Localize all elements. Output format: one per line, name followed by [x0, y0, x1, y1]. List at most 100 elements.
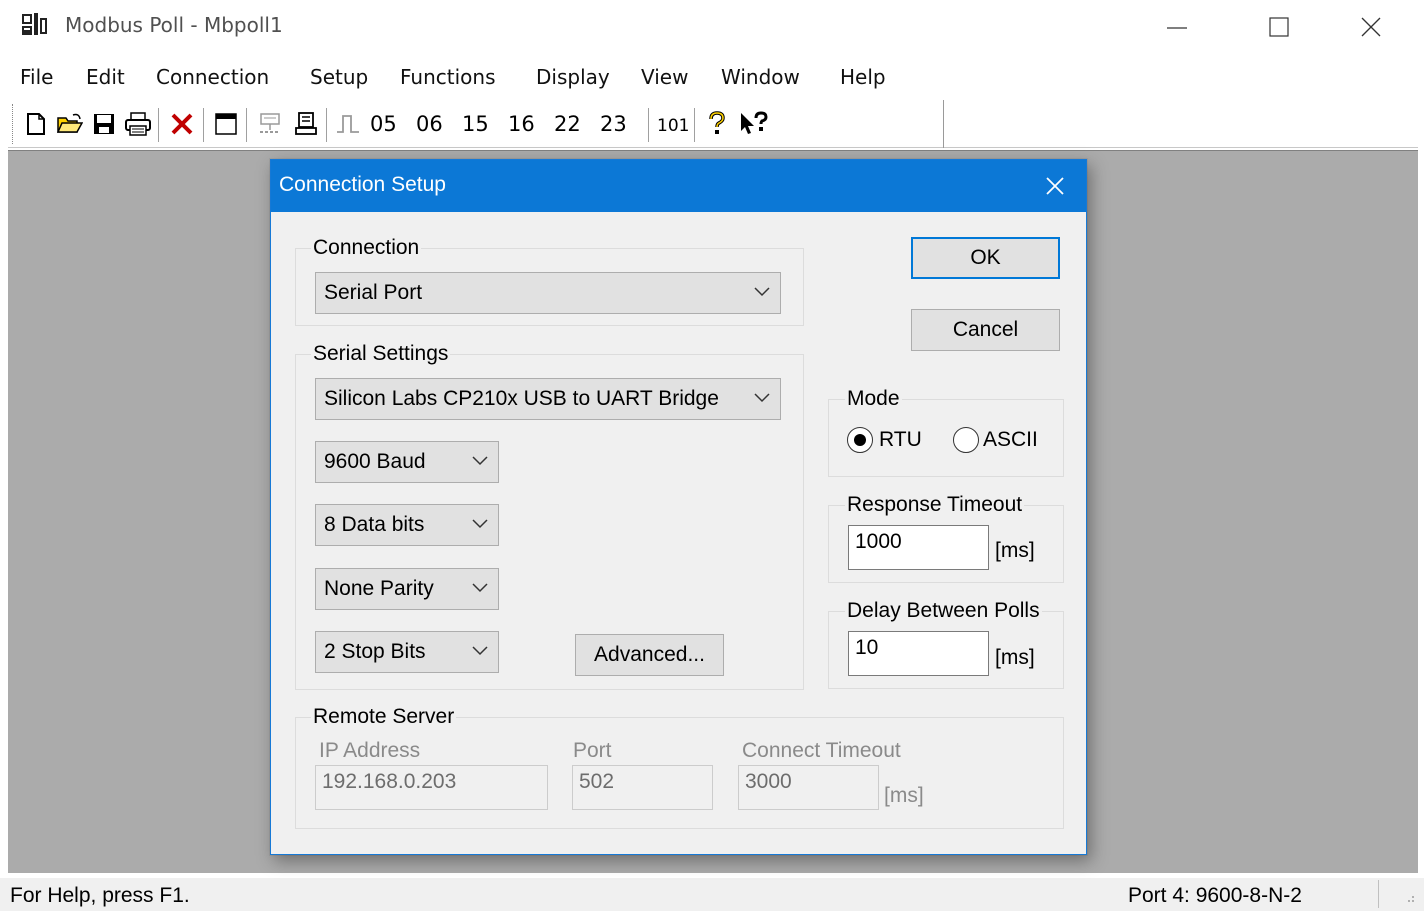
function-06-button[interactable]: 06 [416, 112, 443, 136]
port-input[interactable]: 502 [572, 765, 713, 810]
toolbar-separator [694, 108, 696, 142]
menu-bar: File Edit Connection Setup Functions Dis… [0, 60, 1424, 94]
menu-connection[interactable]: Connection [156, 65, 269, 89]
dialog-title: Connection Setup [279, 173, 446, 196]
advanced-button[interactable]: Advanced... [575, 634, 724, 676]
response-timeout-input[interactable]: 1000 [848, 525, 989, 570]
delay-between-polls-input[interactable]: 10 [848, 631, 989, 676]
chevron-down-icon [472, 519, 488, 529]
count-101-button[interactable]: 101 [657, 116, 689, 136]
port-value: 502 [579, 770, 615, 793]
window-title: Modbus Poll - Mbpoll1 [65, 13, 283, 37]
data-bits-value: 8 Data bits [324, 513, 425, 536]
dialog-close-button[interactable] [1022, 160, 1086, 212]
remote-server-group-label: Remote Server [311, 705, 457, 729]
delay-between-polls-label: Delay Between Polls [845, 599, 1042, 623]
maximize-icon [1269, 17, 1289, 37]
question-mark-icon [709, 111, 725, 134]
connection-type-dropdown[interactable]: Serial Port [315, 272, 781, 314]
ok-button[interactable]: OK [911, 237, 1060, 279]
port-label: Port [573, 739, 612, 762]
function-15-button[interactable]: 15 [462, 112, 489, 136]
status-separator [1378, 880, 1379, 908]
pulse-icon [337, 115, 359, 133]
toolbar-separator [648, 108, 650, 142]
delete-button[interactable] [166, 108, 198, 140]
response-timeout-value: 1000 [855, 530, 902, 553]
toolbar-separator [158, 108, 160, 142]
menu-edit[interactable]: Edit [86, 65, 125, 89]
menu-functions[interactable]: Functions [400, 65, 496, 89]
title-bar: Modbus Poll - Mbpoll1 [0, 0, 1424, 56]
function-23-button[interactable]: 23 [600, 112, 627, 136]
parity-dropdown[interactable]: None Parity [315, 568, 499, 610]
stop-bits-value: 2 Stop Bits [324, 640, 426, 663]
response-timeout-unit: [ms] [995, 539, 1035, 562]
connection-setup-dialog: Connection Setup Connection Serial Port … [270, 159, 1087, 855]
mode-group-label: Mode [845, 387, 902, 411]
open-button[interactable] [54, 108, 86, 140]
serial-port-dropdown[interactable]: Silicon Labs CP210x USB to UART Bridge [315, 378, 781, 420]
minimize-icon [1167, 27, 1187, 29]
new-button[interactable] [20, 108, 52, 140]
modbus-poll-app-icon[interactable] [20, 12, 48, 38]
disconnect-button[interactable] [290, 108, 322, 140]
menu-setup[interactable]: Setup [310, 65, 368, 89]
connect-timeout-input[interactable]: 3000 [738, 765, 879, 810]
minimize-button[interactable] [1130, 0, 1222, 52]
status-port-text: Port 4: 9600-8-N-2 [1128, 884, 1302, 907]
resize-grip-icon[interactable] [1400, 888, 1416, 904]
menu-help[interactable]: Help [840, 65, 886, 89]
rtu-radio[interactable] [847, 427, 873, 453]
print-button[interactable] [122, 108, 154, 140]
context-help-button[interactable] [738, 108, 770, 140]
baud-rate-value: 9600 Baud [324, 450, 426, 473]
serial-port-value: Silicon Labs CP210x USB to UART Bridge [324, 387, 719, 410]
menu-display[interactable]: Display [536, 65, 610, 89]
save-disk-icon [94, 114, 114, 134]
ip-address-input[interactable]: 192.168.0.203 [315, 765, 548, 810]
menu-window[interactable]: Window [721, 65, 800, 89]
stop-bits-dropdown[interactable]: 2 Stop Bits [315, 631, 499, 673]
connect-timeout-label: Connect Timeout [742, 739, 901, 762]
delay-between-polls-value: 10 [855, 636, 879, 659]
cancel-button[interactable]: Cancel [911, 309, 1060, 351]
chevron-down-icon [754, 393, 770, 403]
window-button[interactable] [210, 108, 242, 140]
connect-timeout-unit: [ms] [884, 784, 924, 807]
ascii-radio[interactable] [953, 427, 979, 453]
function-16-button[interactable]: 16 [508, 112, 535, 136]
about-button[interactable] [701, 108, 733, 140]
pulse-button[interactable] [332, 108, 364, 140]
menu-file[interactable]: File [20, 65, 53, 89]
close-window-button[interactable] [1324, 0, 1416, 52]
toolbar: 05 06 15 16 22 23 101 [8, 100, 1418, 148]
dialog-title-bar[interactable]: Connection Setup [271, 160, 1086, 212]
chevron-down-icon [472, 456, 488, 466]
connection-group-label: Connection [311, 236, 422, 260]
toolbar-separator [203, 108, 205, 142]
baud-rate-dropdown[interactable]: 9600 Baud [315, 441, 499, 483]
connect-icon [260, 113, 280, 133]
open-folder-icon [57, 113, 83, 133]
parity-value: None Parity [324, 577, 434, 600]
rtu-radio-label[interactable]: RTU [879, 428, 922, 452]
toolbar-buttons: 05 06 15 16 22 23 101 [8, 100, 944, 148]
connect-button[interactable] [254, 108, 286, 140]
close-icon [1046, 177, 1064, 195]
delete-x-icon [171, 113, 193, 135]
ascii-radio-label[interactable]: ASCII [983, 428, 1038, 452]
save-button[interactable] [88, 108, 120, 140]
function-05-button[interactable]: 05 [370, 112, 397, 136]
function-22-button[interactable]: 22 [554, 112, 581, 136]
window-icon [215, 113, 237, 135]
menu-view[interactable]: View [641, 65, 688, 89]
serial-settings-group-label: Serial Settings [311, 342, 451, 366]
connection-type-value: Serial Port [324, 281, 423, 304]
maximize-button[interactable] [1232, 0, 1324, 52]
pointer-help-icon [741, 111, 768, 134]
new-document-icon [27, 113, 45, 135]
status-help-text: For Help, press F1. [10, 884, 190, 907]
close-icon [1361, 17, 1381, 37]
data-bits-dropdown[interactable]: 8 Data bits [315, 504, 499, 546]
